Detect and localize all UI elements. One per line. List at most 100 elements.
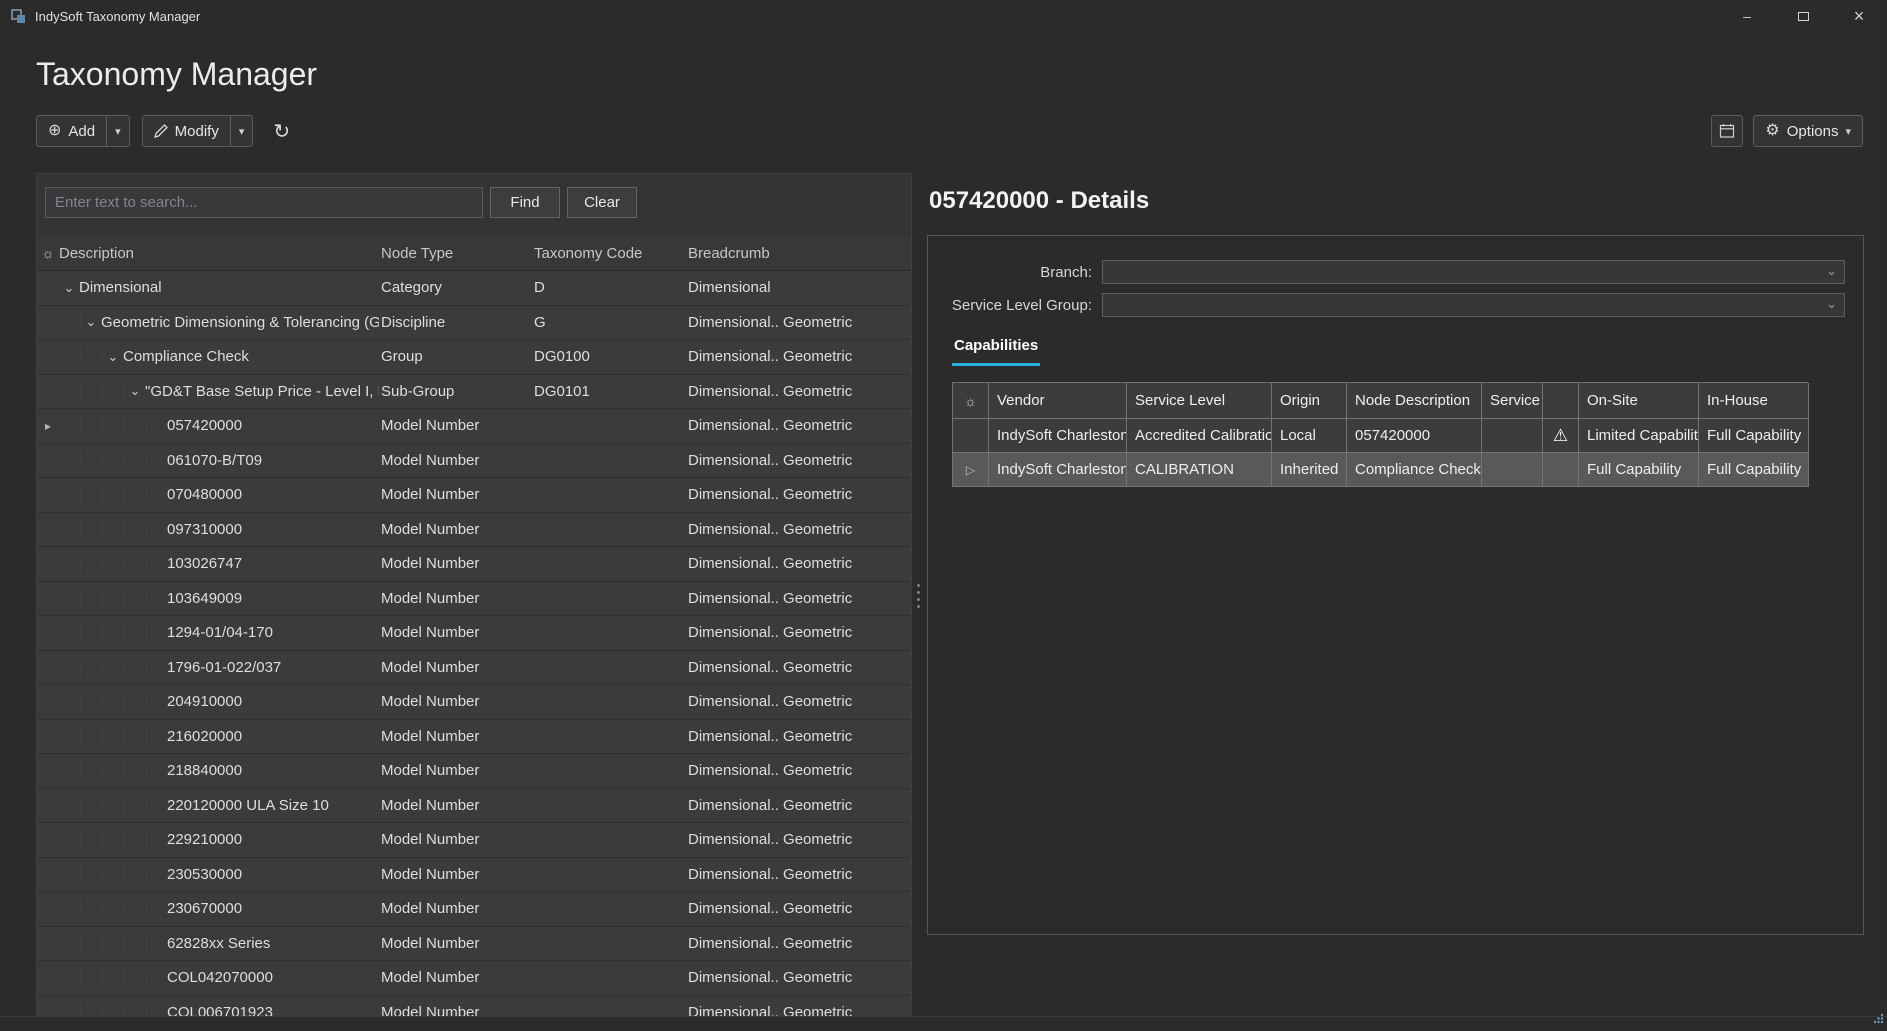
tree-row[interactable]: 103026747Model NumberDimensional.. Geome… [37, 547, 911, 582]
tree-indent-guide [81, 521, 103, 538]
capabilities-column-header[interactable] [1543, 383, 1579, 419]
tree-cell-description: 070480000 [59, 486, 379, 503]
tree-row[interactable]: 204910000Model NumberDimensional.. Geome… [37, 685, 911, 720]
tree-node-label: 220120000 ULA Size 10 [167, 797, 329, 814]
tree-indent-guide [81, 659, 103, 676]
tree-collapse-icon[interactable]: ⌄ [81, 314, 101, 330]
tree-cell-breadcrumb: Dimensional.. Geometric [686, 935, 911, 952]
column-header-node-type[interactable]: Node Type [379, 245, 532, 262]
search-input[interactable] [45, 187, 483, 218]
tree-indent-guide [59, 417, 81, 434]
tree-row[interactable]: 229210000Model NumberDimensional.. Geome… [37, 823, 911, 858]
tree-indent-guide [59, 555, 81, 572]
tree-cell-node-type: Model Number [379, 935, 532, 952]
capability-node-description: 057420000 [1347, 419, 1482, 453]
tree-indent-guide [81, 417, 103, 434]
capabilities-row[interactable]: ▷IndySoft CharlestonCALIBRATIONInherited… [953, 453, 1808, 487]
tree-cell-description: 230670000 [59, 900, 379, 917]
tree-row[interactable]: ▸057420000Model NumberDimensional.. Geom… [37, 409, 911, 444]
tree-row[interactable]: 220120000 ULA Size 10Model NumberDimensi… [37, 789, 911, 824]
tree-row[interactable]: 1294-01/04-170Model NumberDimensional.. … [37, 616, 911, 651]
add-button[interactable]: ⊕ Add [37, 116, 106, 146]
tree-indent-guide [81, 831, 103, 848]
capabilities-column-header[interactable]: Service [1482, 383, 1543, 419]
tree-indent-guide [59, 797, 81, 814]
modify-button[interactable]: Modify [143, 116, 230, 146]
tree-row[interactable]: COL042070000Model NumberDimensional.. Ge… [37, 961, 911, 996]
tree-row[interactable]: 061070-B/T09Model NumberDimensional.. Ge… [37, 444, 911, 479]
tree-cell-node-type: Model Number [379, 693, 532, 710]
tree-node-label: COL042070000 [167, 969, 273, 986]
tab-capabilities[interactable]: Capabilities [952, 337, 1040, 366]
tree-row[interactable]: COL006701923Model NumberDimensional.. Ge… [37, 996, 911, 1018]
tree-row[interactable]: 218840000Model NumberDimensional.. Geome… [37, 754, 911, 789]
tree-collapse-icon[interactable]: ⌄ [59, 280, 79, 296]
tree-row[interactable]: 070480000Model NumberDimensional.. Geome… [37, 478, 911, 513]
tree-cell-breadcrumb: Dimensional.. Geometric [686, 969, 911, 986]
tree-collapse-icon[interactable]: ⌄ [103, 349, 123, 365]
column-header-taxonomy-code[interactable]: Taxonomy Code [532, 245, 686, 262]
resize-grip-icon[interactable] [1873, 1011, 1884, 1029]
tree-cell-breadcrumb: Dimensional.. Geometric [686, 590, 911, 607]
tree-collapse-icon[interactable]: ⌄ [125, 383, 145, 399]
tree-row[interactable]: 62828xx SeriesModel NumberDimensional.. … [37, 927, 911, 962]
date-picker-button[interactable] [1711, 115, 1743, 147]
capabilities-column-header[interactable]: In-House [1699, 383, 1809, 419]
column-chooser-icon[interactable]: ☼ [37, 245, 59, 261]
tree-row[interactable]: ⌄Compliance CheckGroupDG0100Dimensional.… [37, 340, 911, 375]
tree-indent-guide [81, 383, 103, 400]
refresh-button[interactable]: ↻ [273, 119, 290, 144]
minimize-button[interactable]: – [1719, 0, 1775, 32]
tree-row[interactable]: 103649009Model NumberDimensional.. Geome… [37, 582, 911, 617]
panel-splitter[interactable] [912, 173, 924, 1018]
tree-indent-guide [125, 831, 147, 848]
tree-indent-guide [125, 624, 147, 641]
options-button[interactable]: ⚙ Options ▾ [1753, 115, 1863, 147]
tree-cell-node-type: Model Number [379, 831, 532, 848]
tree-row[interactable]: ⌄DimensionalCategoryDDimensional [37, 271, 911, 306]
tree-node-label: 097310000 [167, 521, 242, 538]
tree-row[interactable]: ⌄Geometric Dimensioning & Tolerancing (G… [37, 306, 911, 341]
tree-row[interactable]: 230670000Model NumberDimensional.. Geome… [37, 892, 911, 927]
service-level-group-select[interactable]: ⌄ [1102, 293, 1845, 317]
modify-dropdown-button[interactable]: ▾ [230, 116, 253, 146]
tree-node-label: Dimensional [79, 279, 162, 296]
tree-indent-guide [125, 590, 147, 607]
tree-row[interactable]: 097310000Model NumberDimensional.. Geome… [37, 513, 911, 548]
tree-indent-guide [103, 900, 125, 917]
tree-cell-node-type: Model Number [379, 624, 532, 641]
capabilities-column-header[interactable]: Origin [1272, 383, 1347, 419]
tree-row[interactable]: 230530000Model NumberDimensional.. Geome… [37, 858, 911, 893]
capabilities-column-header[interactable]: Node Description [1347, 383, 1482, 419]
find-button[interactable]: Find [490, 187, 560, 218]
capabilities-row[interactable]: IndySoft CharlestonAccredited Calibratio… [953, 419, 1808, 453]
branch-select[interactable]: ⌄ [1102, 260, 1845, 284]
capabilities-column-header[interactable]: On-Site [1579, 383, 1699, 419]
column-chooser-icon[interactable]: ☼ [953, 383, 989, 419]
capabilities-column-header[interactable]: Service Level [1127, 383, 1272, 419]
tree-row[interactable]: 1796-01-022/037Model NumberDimensional..… [37, 651, 911, 686]
tree-node-label: 070480000 [167, 486, 242, 503]
column-header-breadcrumb[interactable]: Breadcrumb [686, 245, 911, 262]
tree-indent-guide [81, 797, 103, 814]
add-icon: ⊕ [48, 123, 61, 139]
tree-indent-guide [125, 521, 147, 538]
tree-indent-guide [81, 555, 103, 572]
tree-indent-guide [59, 866, 81, 883]
close-button[interactable]: × [1831, 0, 1887, 32]
row-expand-icon[interactable]: ▷ [953, 453, 989, 487]
capabilities-column-header[interactable]: Vendor [989, 383, 1127, 419]
tree-indent-guide [81, 452, 103, 469]
clear-button[interactable]: Clear [567, 187, 637, 218]
column-header-description[interactable]: Description [59, 245, 379, 262]
tree-row[interactable]: ⌄"GD&T Base Setup Price - Level I, NonSu… [37, 375, 911, 410]
capabilities-header: ☼VendorService LevelOriginNode Descripti… [953, 383, 1808, 419]
tree-cell-description: 097310000 [59, 521, 379, 538]
tree-indent-guide [59, 935, 81, 952]
add-dropdown-button[interactable]: ▾ [106, 116, 129, 146]
tree-indent-guide [103, 521, 125, 538]
chevron-down-icon: ⌄ [1826, 296, 1837, 312]
maximize-button[interactable] [1775, 0, 1831, 32]
tree-indent-guide [125, 555, 147, 572]
tree-row[interactable]: 216020000Model NumberDimensional.. Geome… [37, 720, 911, 755]
